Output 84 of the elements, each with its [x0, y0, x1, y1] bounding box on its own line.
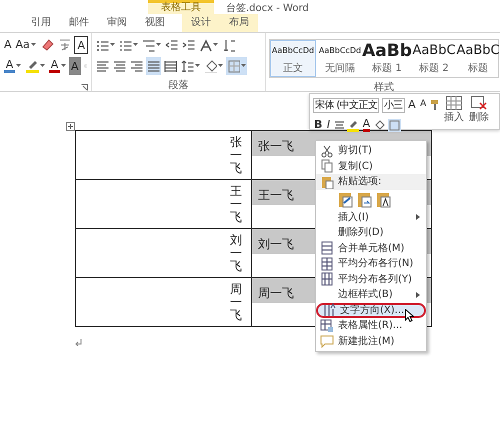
menu-item[interactable]: 复制(C) [316, 158, 426, 174]
delete-button[interactable]: 删除 [468, 96, 490, 127]
menu-item[interactable]: 平均分布各行(N) [316, 256, 426, 272]
table-move-handle-icon[interactable] [66, 122, 75, 131]
highlighter-icon[interactable] [347, 118, 360, 132]
align-center-icon [113, 59, 126, 73]
ribbon-tab[interactable]: 邮件 [60, 14, 98, 32]
format-button[interactable]: A [74, 36, 88, 54]
ribbon-tab[interactable]: 审阅 [98, 14, 136, 32]
paste-text-only-icon[interactable] [376, 191, 391, 208]
multilevel-list-icon [142, 38, 155, 52]
distributed-icon [164, 59, 177, 73]
group-label: 段落 [168, 80, 190, 91]
vertical-cell-text: 周一飞 [230, 283, 242, 323]
distribute-columns-icon [320, 272, 334, 286]
vertical-cell-text: 王一飞 [230, 185, 242, 225]
font-size-field[interactable]: 小三 [382, 98, 405, 112]
copy-icon [320, 159, 334, 174]
justify-icon [147, 59, 160, 73]
italic-button[interactable]: I [326, 116, 332, 134]
menu-item[interactable]: 剪切(T) [316, 143, 426, 158]
group-label: 样式 [373, 82, 395, 93]
style-gallery-item[interactable]: AaBb 标题 1 [364, 40, 410, 77]
clipboard-icon [320, 174, 334, 189]
menu-item[interactable]: 边框样式(B) [316, 287, 426, 302]
ribbon-tab[interactable]: 设计 [182, 14, 220, 32]
paragraph-button[interactable] [226, 57, 247, 75]
sort-icon [222, 38, 235, 52]
insert-button[interactable]: 插入 [442, 96, 465, 127]
align-left-icon [96, 59, 109, 73]
format-painter-icon[interactable] [430, 99, 440, 111]
font-name-field[interactable]: 宋体 (中文正文 [313, 98, 380, 112]
style-gallery-item[interactable]: AaBbC 标题 [458, 40, 498, 77]
format-button[interactable]: A [3, 36, 13, 54]
increase-indent-icon [182, 38, 195, 52]
line-spacing-icon [181, 59, 194, 73]
comment-icon [320, 334, 334, 348]
vertical-cell-text: 张一飞 [230, 136, 242, 176]
paste-keep-formatting-icon[interactable] [338, 191, 353, 208]
table-grid-icon [446, 96, 462, 110]
font-color-button[interactable]: A [362, 116, 372, 134]
borders-icon [227, 59, 240, 73]
style-gallery-item[interactable]: AaBbC 标题 2 [411, 40, 457, 77]
menu-item[interactable]: 插入(I) [316, 210, 426, 225]
phonetic-guide-icon[interactable] [58, 37, 72, 53]
shrink-font-button[interactable]: A [419, 96, 428, 114]
window-title: 台签.docx - Word [226, 2, 309, 16]
mouse-pointer-icon [405, 308, 414, 322]
vertical-cell-text: 刘一飞 [230, 234, 242, 274]
scissors-icon [320, 144, 334, 158]
style-gallery-item[interactable]: AaBbCcDd 无间隔 [317, 40, 363, 77]
highlighter-icon [25, 58, 39, 74]
paragraph-button[interactable] [146, 57, 161, 75]
eraser-icon[interactable] [40, 37, 54, 53]
decrease-indent-icon [165, 38, 178, 52]
tool-tab-header: 表格工具 [148, 0, 214, 14]
merge-cells-icon [320, 241, 334, 256]
format-button[interactable]: Aa [14, 36, 37, 54]
menu-item[interactable]: 新建批注(M) [316, 334, 426, 349]
paragraph-mark-icon [75, 339, 82, 346]
bullet-list-icon [96, 38, 109, 52]
table-properties-icon [320, 318, 334, 333]
distribute-rows-icon [320, 256, 334, 271]
align-center-icon[interactable] [334, 119, 345, 131]
format-button[interactable]: A [3, 57, 22, 75]
format-button[interactable]: A [69, 57, 81, 75]
menu-item[interactable]: 合并单元格(M) [316, 240, 426, 256]
ribbon-tab[interactable]: 视图 [136, 14, 174, 32]
align-right-icon [130, 59, 143, 73]
ribbon-tab[interactable]: 引用 [22, 14, 60, 32]
text-direction-icon [322, 303, 336, 318]
menu-section-header: 粘贴选项: [316, 174, 426, 190]
grow-font-button[interactable]: A [407, 96, 417, 114]
character-layout-icon [199, 38, 212, 52]
menu-item[interactable]: 表格属性(R)... [316, 318, 426, 334]
style-gallery-item[interactable]: AaBbCcDd 正文 [270, 40, 316, 77]
numbered-list-icon [119, 38, 132, 52]
paste-merge-formatting-icon[interactable] [357, 191, 372, 208]
bold-button[interactable]: B [313, 116, 324, 134]
ribbon-tab[interactable]: 布局 [220, 14, 258, 32]
dialog-launcher-icon[interactable] [81, 84, 88, 91]
table-delete-icon [470, 96, 487, 110]
borders-icon[interactable] [388, 118, 402, 132]
format-button[interactable]: A [48, 57, 67, 75]
